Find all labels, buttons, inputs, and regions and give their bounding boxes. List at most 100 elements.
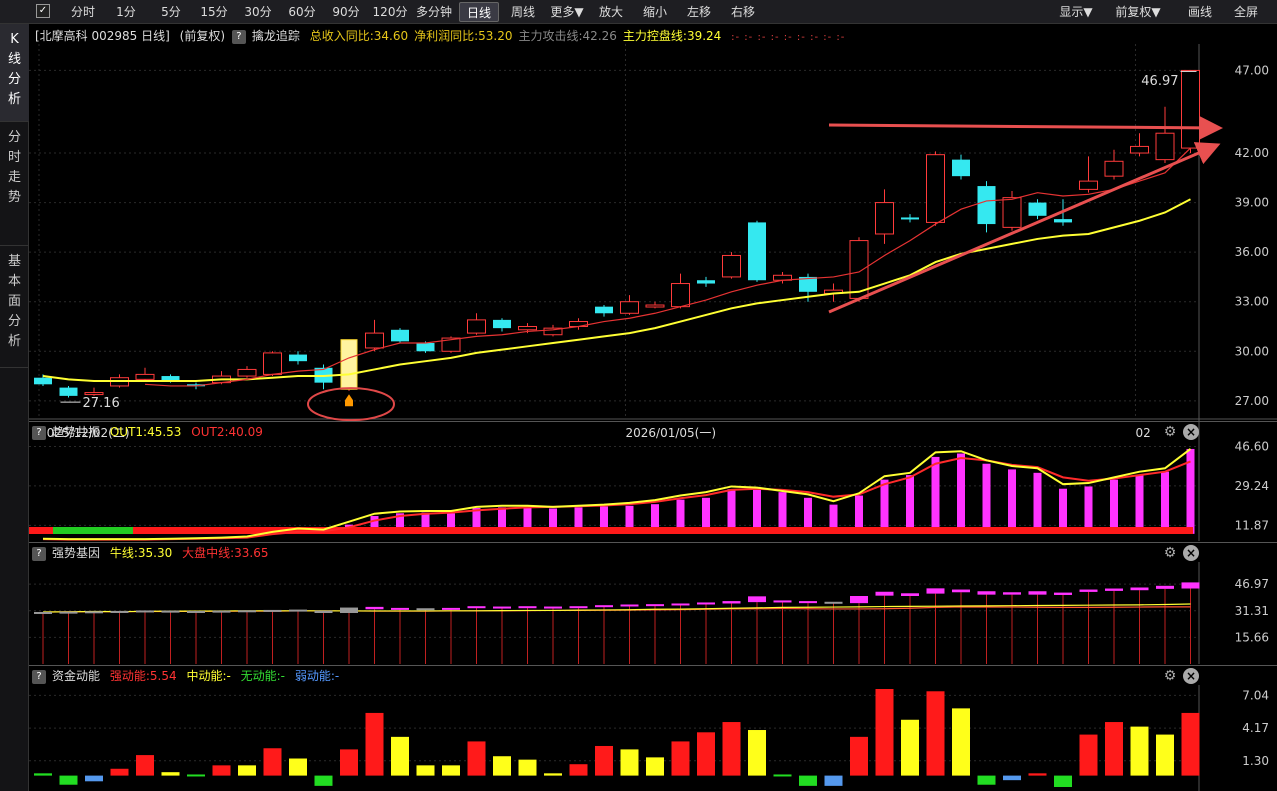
toolbar-button-11[interactable]: 更多▼ — [545, 2, 589, 22]
energy-bar — [1028, 773, 1047, 776]
energy-bar — [263, 748, 282, 776]
toolbar-button-6[interactable]: 90分 — [326, 2, 366, 22]
candle-body — [901, 217, 919, 220]
energy-bar — [697, 732, 715, 776]
gene-box — [110, 610, 129, 613]
toolbar-button-4[interactable]: 30分 — [238, 2, 278, 22]
gene-box — [1156, 585, 1174, 589]
gene-box — [926, 588, 945, 594]
energy-bar — [824, 775, 843, 786]
gene-chart: 46.97 31.31 15.66 — [29, 562, 1269, 664]
candle-body — [34, 377, 52, 385]
toolbar-button-5[interactable]: 60分 — [282, 2, 322, 22]
y-tick-label: 36.00 — [1235, 245, 1269, 259]
trend-bar — [1110, 479, 1118, 534]
y-tick-label: 42.00 — [1235, 146, 1269, 160]
trend-bar — [1008, 469, 1016, 534]
toolbar-button-16[interactable]: 显示▼ — [1048, 2, 1104, 22]
help-icon[interactable]: ? — [32, 425, 46, 440]
toolbar: ✓ 分时 1分 5分 15分 30分 60分 90分 120分 多分钟 日线 周线 更多▼ 放大 缩小 左移… — [0, 0, 1277, 24]
toolbar-button-1[interactable]: 1分 — [108, 2, 144, 22]
energy-bar — [569, 764, 588, 776]
candle-body — [391, 329, 409, 342]
toolbar-button-3[interactable]: 15分 — [194, 2, 234, 22]
y-tick-label: 11.87 — [1235, 518, 1269, 532]
y-tick-label: 27.00 — [1235, 394, 1269, 408]
trend-bar — [880, 479, 889, 534]
candle-body — [493, 319, 511, 329]
toolbar-button-12[interactable]: 放大 — [591, 2, 631, 22]
y-tick-label: 39.00 — [1235, 196, 1269, 210]
gene-box — [544, 606, 562, 609]
toolbar-button-19[interactable]: 全屏 — [1224, 2, 1268, 22]
gear-icon[interactable]: ⚙ — [1161, 667, 1179, 685]
energy-bar — [850, 736, 868, 776]
gene-box — [416, 608, 435, 611]
candle-body — [722, 254, 741, 278]
gene-box — [238, 610, 256, 613]
energy-bar — [136, 755, 154, 776]
y-tick-label: 15.66 — [1235, 630, 1269, 644]
energy-bar — [748, 730, 766, 776]
energy-bar — [416, 765, 435, 776]
close-icon[interactable]: × — [1183, 668, 1199, 684]
candle-body — [1028, 202, 1047, 216]
checkbox-icon[interactable]: ✓ — [36, 4, 50, 18]
gene-box — [722, 601, 741, 604]
toolbar-button-13[interactable]: 缩小 — [635, 2, 675, 22]
energy-bar — [238, 765, 256, 776]
gene-box — [467, 606, 486, 609]
gene-box — [1079, 589, 1098, 592]
candle-body — [1130, 145, 1149, 154]
toolbar-button-10[interactable]: 周线 — [503, 2, 543, 22]
gene-box — [1054, 592, 1072, 595]
energy-bar — [467, 741, 486, 776]
candle-body — [595, 306, 613, 314]
gene-box — [824, 601, 843, 604]
close-icon[interactable]: × — [1183, 545, 1199, 561]
gear-icon[interactable]: ⚙ — [1161, 423, 1179, 441]
toolbar-button-15[interactable]: 右移 — [722, 2, 764, 22]
candle-body — [1002, 197, 1022, 228]
candle-body — [697, 280, 715, 284]
main-panel-header: [北摩高科 002985 日线] (前复权) ? 擒龙追踪 总收入同比:34.60… — [29, 26, 1277, 46]
toolbar-button-14[interactable]: 左移 — [678, 2, 720, 22]
help-icon[interactable]: ? — [231, 29, 246, 44]
energy-bar — [1079, 734, 1098, 776]
toolbar-button-8[interactable]: 多分钟 — [413, 2, 455, 22]
candle-body — [1054, 219, 1072, 223]
candle-body — [926, 154, 945, 223]
toolbar-button-2[interactable]: 5分 — [152, 2, 190, 22]
high-price-label: 46.97 — [1141, 74, 1178, 89]
toolbar-button-9[interactable]: 日线 — [459, 2, 499, 22]
help-icon[interactable]: ? — [32, 546, 46, 561]
candle-body — [875, 202, 894, 235]
gene-box — [314, 610, 333, 613]
energy-bar — [365, 712, 384, 776]
energy-bar — [1181, 712, 1200, 776]
gene-box — [697, 602, 715, 605]
highlight-candle — [340, 339, 358, 390]
toolbar-button-18[interactable]: 画线 — [1180, 2, 1220, 22]
side-tab-1[interactable]: 分时走势 — [0, 122, 29, 246]
gene-box — [34, 611, 52, 614]
side-tab-0[interactable]: K线分析 — [0, 24, 29, 122]
energy-bar — [875, 689, 894, 776]
toolbar-button-7[interactable]: 120分 — [368, 2, 412, 22]
help-icon[interactable]: ? — [32, 669, 46, 684]
toolbar-button-0[interactable]: 分时 — [62, 2, 104, 22]
side-tab-2[interactable]: 基本面分析 — [0, 246, 29, 368]
gene-box — [773, 600, 792, 603]
bull-line-value: 牛线:35.30 — [109, 546, 173, 560]
toolbar-button-17[interactable]: 前复权▼ — [1106, 2, 1170, 22]
candle-body — [620, 301, 639, 314]
candle-body — [135, 373, 155, 380]
gene-box — [391, 607, 409, 610]
gear-icon[interactable]: ⚙ — [1161, 544, 1179, 562]
gene-box — [1130, 587, 1149, 591]
candle-body — [518, 325, 537, 331]
close-icon[interactable]: × — [1183, 424, 1199, 440]
candle-body — [263, 352, 282, 375]
energy-bar — [646, 757, 664, 776]
gene-box — [518, 606, 537, 609]
